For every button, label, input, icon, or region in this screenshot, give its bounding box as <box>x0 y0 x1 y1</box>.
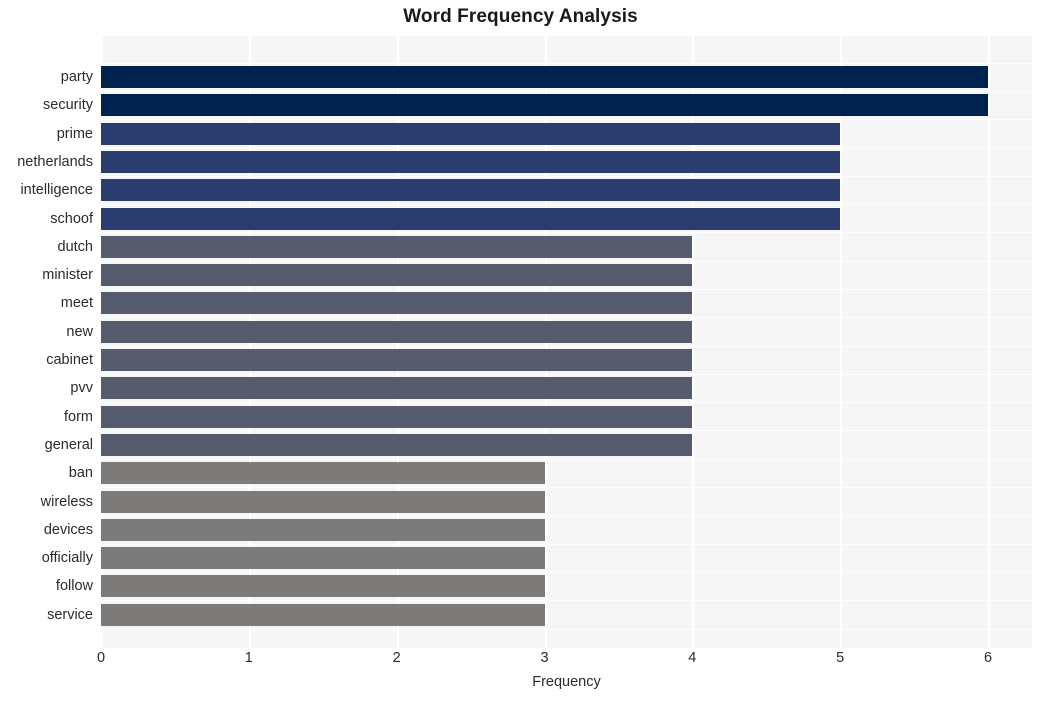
y-tick-label-pvv: pvv <box>70 380 93 397</box>
x-tick-label-2: 2 <box>392 650 401 666</box>
y-tick-label-service: service <box>47 606 93 623</box>
horizontal-gridline <box>101 204 1032 205</box>
x-axis-tick-labels: 0 1 2 3 4 5 6 <box>97 650 1032 672</box>
x-axis-title: Frequency <box>532 674 601 690</box>
y-tick-label-intelligence: intelligence <box>20 182 93 199</box>
x-tick-label-0: 0 <box>96 650 106 666</box>
bar-new[interactable] <box>101 320 693 343</box>
horizontal-gridline <box>101 373 1032 375</box>
bar-ban[interactable] <box>101 462 545 485</box>
y-tick-label-form: form <box>64 408 93 425</box>
bar-intelligence[interactable] <box>101 179 841 202</box>
bar-security[interactable] <box>101 94 988 117</box>
y-tick-label-ban: ban <box>68 465 93 482</box>
vertical-gridline-5 <box>840 36 843 648</box>
bar-wireless[interactable] <box>101 490 545 513</box>
plot-area <box>101 36 1032 648</box>
y-tick-label-dutch: dutch <box>57 238 93 255</box>
y-tick-label-netherlands: netherlands <box>17 153 93 170</box>
x-tick-label-5: 5 <box>836 650 845 666</box>
y-tick-label-officially: officially <box>41 550 93 567</box>
word-frequency-chart: Word Frequency Analysis party security pri… <box>0 0 1041 701</box>
horizontal-gridline <box>101 430 1032 432</box>
horizontal-gridline <box>101 260 1032 262</box>
y-tick-label-prime: prime <box>56 125 93 142</box>
x-tick-label-6: 6 <box>983 650 993 666</box>
y-tick-label-new: new <box>66 323 93 340</box>
horizontal-gridline <box>101 317 1032 319</box>
horizontal-gridline <box>101 402 1032 404</box>
bar-devices[interactable] <box>101 518 545 541</box>
bar-pvv[interactable] <box>101 377 693 400</box>
y-tick-label-minister: minister <box>42 267 93 284</box>
y-tick-label-party: party <box>60 69 93 85</box>
horizontal-gridline <box>101 147 1032 149</box>
horizontal-gridline <box>101 345 1032 347</box>
bar-form[interactable] <box>101 405 693 428</box>
horizontal-gridline <box>101 232 1032 234</box>
horizontal-gridline <box>101 175 1032 177</box>
horizontal-gridline <box>101 62 1032 64</box>
bar-cabinet[interactable] <box>101 349 693 371</box>
y-tick-label-wireless: wireless <box>40 493 93 510</box>
bar-meet[interactable] <box>101 292 693 315</box>
bar-party[interactable] <box>101 66 988 88</box>
bar-general[interactable] <box>101 433 693 456</box>
bar-prime[interactable] <box>101 122 841 145</box>
horizontal-gridline <box>101 543 1032 545</box>
y-tick-label-cabinet: cabinet <box>46 352 93 368</box>
y-tick-label-follow: follow <box>55 578 93 595</box>
horizontal-gridline <box>101 458 1032 460</box>
x-tick-label-1: 1 <box>244 650 253 666</box>
horizontal-gridline <box>101 515 1032 517</box>
y-tick-label-general: general <box>44 436 93 453</box>
horizontal-gridline <box>101 600 1032 602</box>
x-tick-label-4: 4 <box>688 650 697 666</box>
bar-officially[interactable] <box>101 547 545 570</box>
bar-dutch[interactable] <box>101 235 693 258</box>
bar-minister[interactable] <box>101 264 693 287</box>
vertical-gridline-6 <box>988 36 990 648</box>
y-axis-tick-labels: party security prime netherlands intelligenc… <box>0 36 93 648</box>
y-tick-label-meet: meet <box>60 295 93 312</box>
horizontal-gridline <box>101 487 1032 488</box>
horizontal-gridline <box>101 628 1032 630</box>
horizontal-gridline <box>101 571 1032 573</box>
bar-schoof[interactable] <box>101 207 841 230</box>
horizontal-gridline <box>101 119 1032 121</box>
horizontal-gridline <box>101 90 1032 92</box>
horizontal-gridline <box>101 288 1032 290</box>
x-tick-label-3: 3 <box>540 650 549 666</box>
y-tick-label-security: security <box>43 97 93 114</box>
bar-follow[interactable] <box>101 575 545 598</box>
bar-netherlands[interactable] <box>101 150 841 173</box>
bar-service[interactable] <box>101 603 545 626</box>
chart-title: Word Frequency Analysis <box>403 6 638 27</box>
y-tick-label-devices: devices <box>43 521 93 538</box>
y-tick-label-schoof: schoof <box>50 210 93 227</box>
